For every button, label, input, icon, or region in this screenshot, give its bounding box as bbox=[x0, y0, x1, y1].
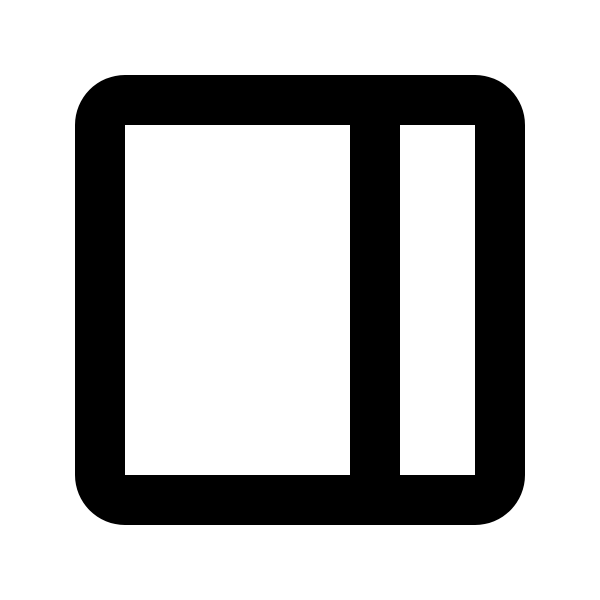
panel-divider bbox=[350, 125, 400, 475]
panel-frame bbox=[75, 75, 525, 525]
icon-canvas bbox=[0, 0, 600, 600]
sidebar-right-panel-icon bbox=[0, 0, 600, 600]
sidebar-right-panel-icon-svg bbox=[75, 75, 525, 525]
